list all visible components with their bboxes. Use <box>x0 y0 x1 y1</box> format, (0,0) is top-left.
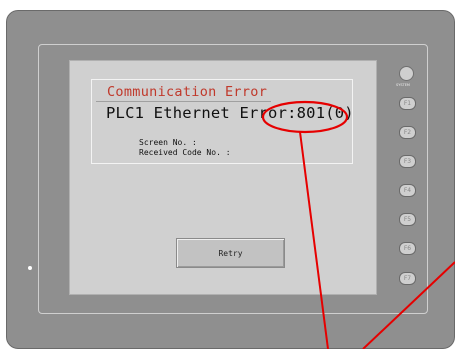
highlight-ellipse-icon <box>261 100 349 134</box>
callout-line-icon <box>362 261 455 349</box>
callout-line-icon <box>299 131 329 349</box>
annotation-overlay <box>261 100 455 349</box>
